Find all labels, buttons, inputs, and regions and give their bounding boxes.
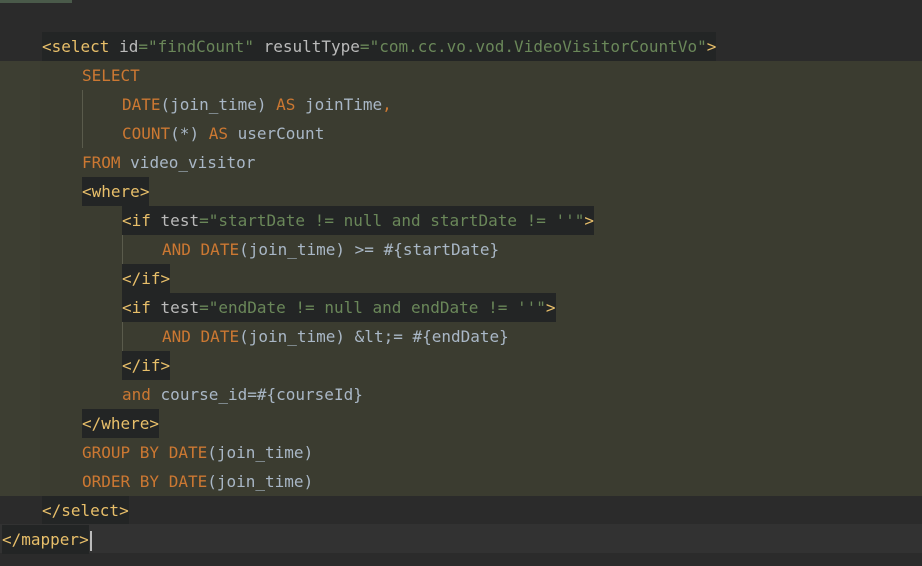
sql-highlight-gutter (0, 61, 40, 496)
sql-comma: , (382, 95, 392, 114)
attribute-value: "startDate != null and startDate != ''" (208, 211, 585, 230)
tag-bracket: < (82, 182, 92, 201)
current-line-highlight (0, 524, 922, 553)
code-line-group-by[interactable]: GROUP BY DATE(join_time) (82, 438, 313, 467)
sql-args: (join_time) (207, 443, 314, 462)
indent-guide (122, 235, 123, 264)
mapper-close-tag: </mapper> (2, 525, 89, 554)
code-line-if2-open[interactable]: <if test="endDate != null and endDate !=… (122, 293, 556, 322)
equals-sign: = (199, 211, 209, 230)
tag-name: if (131, 211, 151, 230)
code-line-course-condition[interactable]: and course_id=#{courseId} (122, 380, 363, 409)
sql-function: DATE (200, 240, 240, 259)
code-line-start-date-condition[interactable]: AND DATE(join_time) >= #{startDate} (162, 235, 499, 264)
tag-bracket: > (139, 182, 150, 201)
sql-keyword: AND (162, 240, 191, 259)
code-line-where-close[interactable]: </where> (82, 409, 160, 438)
tag-bracket: > (79, 530, 89, 549)
if-close-tag: </if> (122, 351, 171, 380)
where-open-tag: <where> (82, 177, 150, 206)
tag-bracket: > (706, 37, 717, 56)
code-line-from[interactable]: FROM video_visitor (82, 148, 255, 177)
tag-name: if (131, 298, 151, 317)
equals-sign: = (138, 37, 148, 56)
sql-expression: (join_time) &lt;= #{endDate} (239, 327, 509, 346)
code-line-select-keyword[interactable]: SELECT (82, 61, 140, 90)
select-open-tag: <select id="findCount" resultType="com.c… (42, 32, 717, 61)
code-line-select-open[interactable]: <select id="findCount" resultType="com.c… (42, 32, 717, 61)
if-close-tag: </if> (122, 264, 171, 293)
sql-expression: (join_time) >= #{startDate} (239, 240, 500, 259)
tag-name: select (51, 37, 110, 56)
if-open-tag: <if test="endDate != null and endDate !=… (122, 293, 556, 322)
tag-bracket: > (545, 298, 556, 317)
code-line-if2-close[interactable]: </if> (122, 351, 171, 380)
tag-name: mapper (21, 530, 80, 549)
sql-expression: course_id=#{courseId} (160, 385, 363, 404)
indent-guide (82, 90, 83, 148)
equals-sign: = (359, 37, 370, 56)
sql-keyword: FROM (82, 153, 121, 172)
attribute-name: test (160, 298, 200, 317)
sql-args: (*) (170, 124, 200, 143)
attribute-value: "findCount" (147, 37, 254, 56)
code-line-mapper-close[interactable]: </mapper> (2, 525, 92, 554)
sql-args: (join_time) (207, 472, 314, 491)
indent-guide (122, 322, 123, 351)
sql-keyword: ORDER BY (82, 472, 160, 491)
where-close-tag: </where> (82, 409, 160, 438)
tag-bracket: < (122, 298, 132, 317)
sql-function: COUNT (122, 124, 171, 143)
attribute-name: test (160, 211, 200, 230)
code-line-where-open[interactable]: <where> (82, 177, 150, 206)
sql-alias: userCount (237, 124, 325, 143)
sql-keyword: AS (276, 95, 296, 114)
attribute-name: resultType (263, 37, 360, 56)
attribute-value: "endDate != null and endDate != ''" (208, 298, 546, 317)
code-line-select-close[interactable]: </select> (42, 496, 129, 525)
sql-keyword: AND (162, 327, 191, 346)
sql-keyword: SELECT (82, 66, 140, 85)
attribute-value: "com.cc.vo.vod.VideoVisitorCountVo" (369, 37, 707, 56)
sql-function: DATE (168, 443, 208, 462)
sql-alias: joinTime (305, 95, 383, 114)
select-close-tag: </select> (42, 496, 129, 525)
sql-function: DATE (200, 327, 240, 346)
sql-keyword: and (122, 385, 151, 404)
sql-function: DATE (168, 472, 208, 491)
tag-bracket: < (122, 211, 132, 230)
sql-table: video_visitor (130, 153, 256, 172)
equals-sign: = (199, 298, 209, 317)
code-line-if1-open[interactable]: <if test="startDate != null and startDat… (122, 206, 595, 235)
if-open-tag: <if test="startDate != null and startDat… (122, 206, 595, 235)
text-cursor (89, 530, 92, 551)
code-line-if1-close[interactable]: </if> (122, 264, 171, 293)
code-line-count-column[interactable]: COUNT(*) AS userCount (122, 119, 324, 148)
code-line-end-date-condition[interactable]: AND DATE(join_time) &lt;= #{endDate} (162, 322, 509, 351)
tag-bracket: < (42, 37, 52, 56)
code-line-date-column[interactable]: DATE(join_time) AS joinTime, (122, 90, 392, 119)
sql-function: DATE (122, 95, 161, 114)
editor-tab-indicator (0, 0, 72, 3)
tag-bracket: > (584, 211, 595, 230)
code-line-order-by[interactable]: ORDER BY DATE(join_time) (82, 467, 313, 496)
sql-keyword: GROUP BY (82, 443, 160, 462)
sql-keyword: AS (208, 124, 228, 143)
code-editor[interactable]: <select id="findCount" resultType="com.c… (0, 0, 922, 566)
tag-bracket: </ (2, 530, 22, 549)
tag-name: where (91, 182, 140, 201)
sql-args: (join_time) (160, 95, 267, 114)
attribute-name: id (119, 37, 139, 56)
